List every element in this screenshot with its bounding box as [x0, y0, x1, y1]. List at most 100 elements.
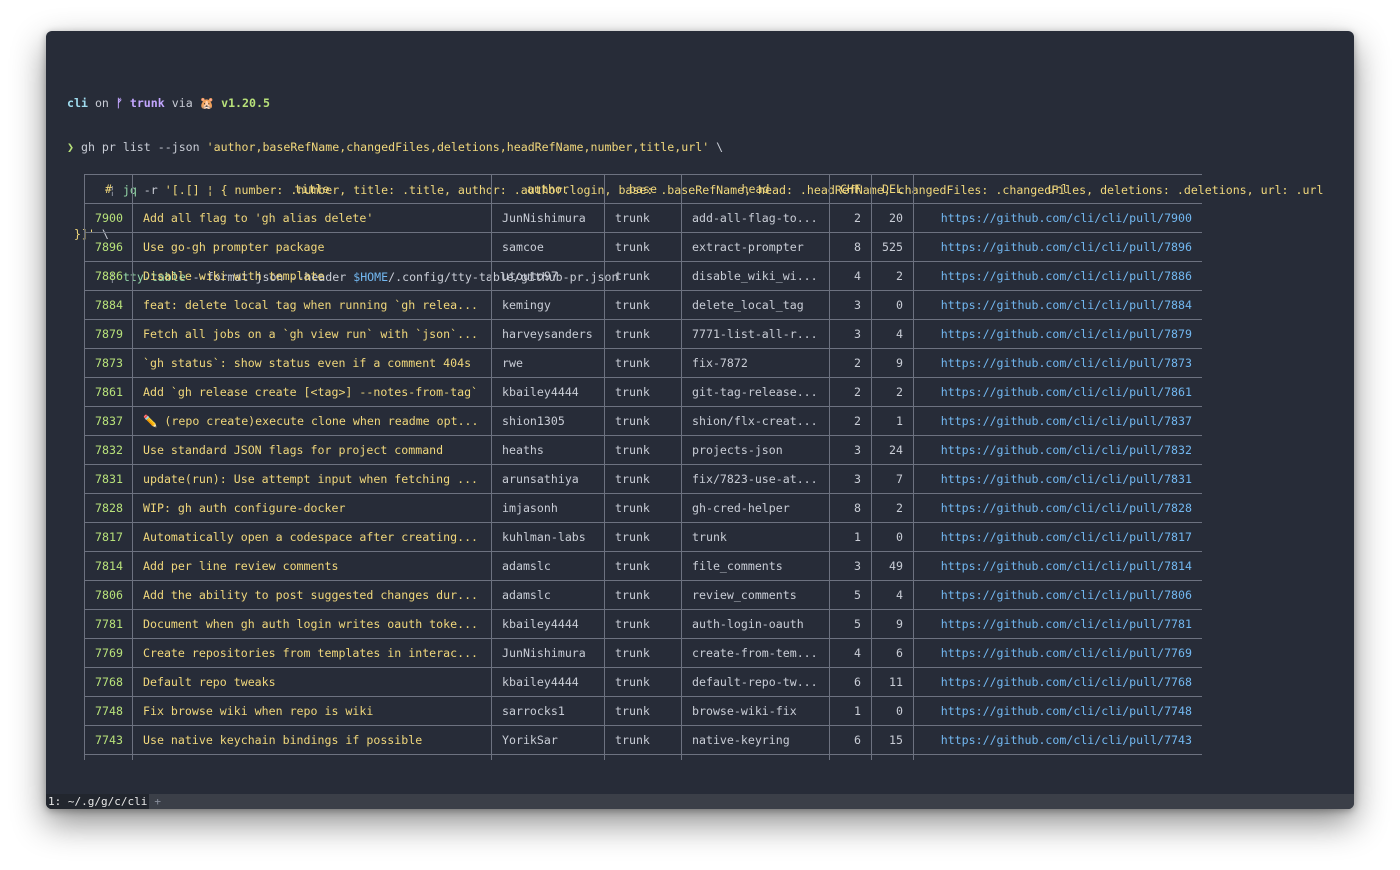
go-icon: 🐹 — [199, 96, 215, 110]
pr-url-cell[interactable]: https://github.com/cli/cli/pull/7743 — [913, 725, 1202, 755]
pr-title-cell: WIP: gh auth configure-docker — [132, 493, 492, 523]
pr-base-cell: trunk — [604, 203, 682, 233]
pr-changed-files-cell: 5 — [829, 580, 872, 610]
pr-head-cell: auth-login-oauth — [681, 609, 830, 639]
table-row: 7832 Use standard JSON flags for project … — [84, 435, 1202, 465]
pr-title-cell: Document when gh auth login writes oauth… — [132, 609, 492, 639]
pr-deletions-cell: 6 — [871, 638, 914, 668]
pr-author-cell: kuhlman-labs — [491, 522, 605, 552]
pr-changed-files-cell: 4 — [829, 638, 872, 668]
pr-url-cell[interactable]: https://github.com/cli/cli/pull/7886 — [913, 261, 1202, 291]
pr-author-cell: kbailey4444 — [491, 377, 605, 407]
table-row: 7837 ✏️ (repo create)execute clone when r… — [84, 406, 1202, 436]
pr-number-cell: 7769 — [84, 638, 133, 668]
pr-head-cell: 7771-list-all-r... — [681, 319, 830, 349]
pr-url-cell[interactable]: https://github.com/cli/cli/pull/7768 — [913, 667, 1202, 697]
pr-author-cell: harveysanders — [491, 319, 605, 349]
table-body: 7900 Add all flag to 'gh alias delete' Jun… — [84, 203, 1202, 760]
pr-url-cell[interactable]: https://github.com/cli/cli/pull/7832 — [913, 435, 1202, 465]
pr-author-cell: shion1305 — [491, 406, 605, 436]
pr-title-cell: Create repositories from templates in in… — [132, 638, 492, 668]
table-row: 7873 `gh status`: show status even if a c… — [84, 348, 1202, 378]
pr-author-cell: sarrocks1 — [491, 696, 605, 726]
table-row: 7884 feat: delete local tag when running … — [84, 290, 1202, 320]
pr-url-cell[interactable]: https://github.com/cli/cli/pull/7781 — [913, 609, 1202, 639]
pr-author-cell: kbailey4444 — [491, 667, 605, 697]
window-tab[interactable]: 1: ~/.g/g/c/cli — [46, 794, 150, 809]
prompt-version: v1.20.5 — [221, 96, 270, 110]
pr-changed-files-cell: 5 — [829, 609, 872, 639]
pr-title-cell: Add per line review comments — [132, 551, 492, 581]
pr-number-cell: 7768 — [84, 667, 133, 697]
pr-url-cell[interactable]: https://github.com/cli/cli/pull/7837 — [913, 406, 1202, 436]
pr-base-cell: trunk — [604, 725, 682, 755]
pr-changed-files-cell: 3 — [829, 435, 872, 465]
pr-deletions-cell: 2 — [871, 261, 914, 291]
pr-head-cell: create-from-tem... — [681, 638, 830, 668]
pr-base-cell: trunk — [604, 406, 682, 436]
pr-head-cell: delete_local_tag — [681, 290, 830, 320]
pr-number-cell: 7743 — [84, 725, 133, 755]
pr-changed-files-cell: 2 — [829, 377, 872, 407]
pr-number-cell: 7814 — [84, 551, 133, 581]
pr-deletions-cell: 4 — [871, 580, 914, 610]
command-line-1: ❯ gh pr list --json 'author,baseRefName,… — [67, 140, 1346, 155]
pr-head-cell: shion/flx-creat... — [681, 406, 830, 436]
pr-url-cell[interactable]: https://github.com/cli/cli/pull/7748 — [913, 696, 1202, 726]
pr-author-cell: JunNishimura — [491, 638, 605, 668]
pr-deletions-cell: 0 — [871, 522, 914, 552]
pr-head-cell: extract-prompter — [681, 232, 830, 262]
pr-changed-files-cell: 2 — [829, 406, 872, 436]
pr-url-cell[interactable]: https://github.com/cli/cli/pull/7896 — [913, 232, 1202, 262]
pr-base-cell: trunk — [604, 435, 682, 465]
table-row: 7831 update(run): Use attempt input when … — [84, 464, 1202, 494]
pr-url-cell[interactable]: https://github.com/cli/cli/pull/7884 — [913, 290, 1202, 320]
prompt-status-line: cli on ᚠ trunk via 🐹 v1.20.5 — [67, 96, 1346, 111]
column-header-pr-url: url — [913, 174, 1202, 204]
pr-title-cell: update(run): Use attempt input when fetc… — [132, 464, 492, 494]
pr-table-container: # title author base head CHF DEL url 7900 Add al… — [84, 174, 1202, 760]
pr-changed-files-cell: 2 — [829, 203, 872, 233]
pr-title-cell: Disable wiki with template — [132, 261, 492, 291]
pr-url-cell[interactable]: https://github.com/cli/cli/pull/7873 — [913, 348, 1202, 378]
table-row: 7886 Disable wiki with template utouto97 tr… — [84, 261, 1202, 291]
pr-changed-files-cell: 3 — [829, 290, 872, 320]
tmux-status-bar: 1: ~/.g/g/c/cli + — [46, 794, 1354, 809]
pr-url-cell[interactable]: https://github.com/cli/cli/pull/7817 — [913, 522, 1202, 552]
pr-deletions-cell: 525 — [871, 232, 914, 262]
pr-url-cell[interactable]: https://github.com/cli/cli/pull/7769 — [913, 638, 1202, 668]
table-row: 7814 Add per line review comments adamslc t… — [84, 551, 1202, 581]
pr-deletions-cell: 0 — [871, 290, 914, 320]
pr-head-cell: gh-cred-helper — [681, 493, 830, 523]
pr-url-cell[interactable]: https://github.com/cli/cli/pull/7879 — [913, 319, 1202, 349]
column-header-pr-base: base — [604, 174, 682, 204]
pr-base-cell: trunk — [604, 696, 682, 726]
pr-number-cell: 7873 — [84, 348, 133, 378]
pr-deletions-cell: 24 — [871, 435, 914, 465]
column-header-pr-number: # — [84, 174, 133, 204]
line-continuation: \ — [709, 139, 724, 154]
branch-icon: ᚠ — [115, 96, 123, 110]
column-header-pr-changed-files: CHF — [829, 174, 872, 204]
pr-changed-files-cell: 6 — [829, 725, 872, 755]
pr-deletions-cell: 15 — [871, 725, 914, 755]
pr-number-cell: 7861 — [84, 377, 133, 407]
pr-head-cell: trunk — [681, 522, 830, 552]
pr-changed-files-cell: 3 — [829, 551, 872, 581]
pr-url-cell[interactable]: https://github.com/cli/cli/pull/7814 — [913, 551, 1202, 581]
pr-number-cell: 7879 — [84, 319, 133, 349]
table-row: 7817 Automatically open a codespace after… — [84, 522, 1202, 552]
pr-author-cell: kbailey4444 — [491, 609, 605, 639]
pr-changed-files-cell: 2 — [829, 348, 872, 378]
pr-url-cell[interactable]: https://github.com/cli/cli/pull/7806 — [913, 580, 1202, 610]
pr-url-cell[interactable]: https://github.com/cli/cli/pull/7861 — [913, 377, 1202, 407]
pr-url-cell[interactable]: https://github.com/cli/cli/pull/7831 — [913, 464, 1202, 494]
pr-url-cell[interactable]: https://github.com/cli/cli/pull/7900 — [913, 203, 1202, 233]
new-tab-button[interactable]: + — [149, 794, 161, 809]
pr-author-cell: arunsathiya — [491, 464, 605, 494]
pr-title-cell: `gh status`: show status even if a comme… — [132, 348, 492, 378]
pr-url-cell[interactable]: https://github.com/cli/cli/pull/7828 — [913, 493, 1202, 523]
pr-changed-files-cell: 3 — [829, 464, 872, 494]
pr-number-cell: 7828 — [84, 493, 133, 523]
pr-author-cell: heaths — [491, 435, 605, 465]
